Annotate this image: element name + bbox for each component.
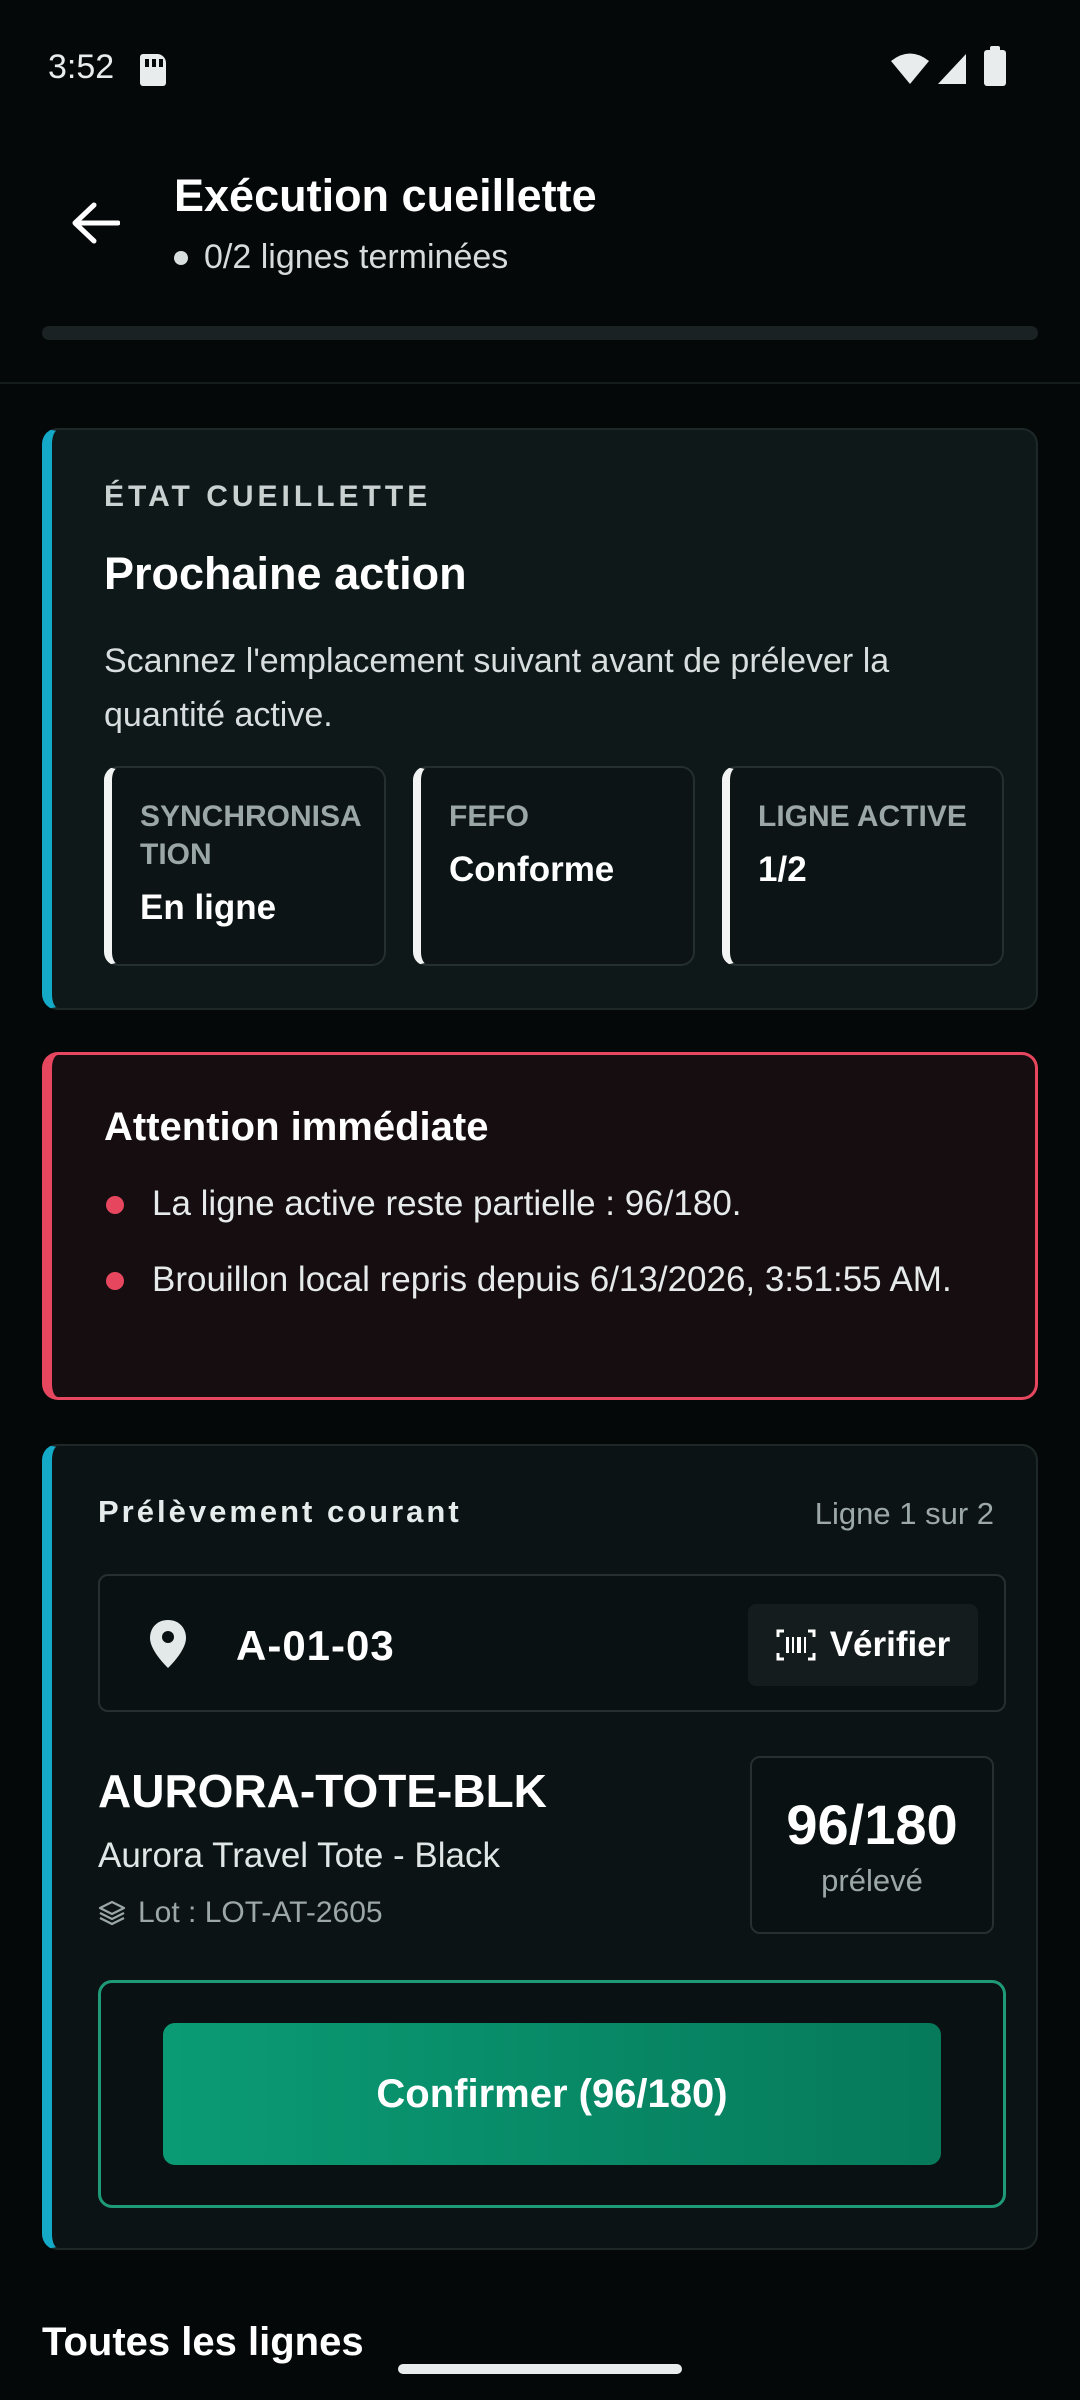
verify-label: Vérifier xyxy=(829,1625,951,1664)
alert-text: Brouillon local repris depuis 6/13/2026,… xyxy=(152,1260,952,1299)
chip-label: LIGNE ACTIVE xyxy=(758,800,967,833)
attention-title: Attention immédiate xyxy=(104,1105,489,1149)
current-pick-title: Prélèvement courant xyxy=(98,1494,462,1529)
lines-progress-text: 0/2 lignes terminées xyxy=(204,238,509,276)
lot-number: Lot : LOT-AT-2605 xyxy=(138,1896,383,1929)
state-eyebrow: ÉTAT CUEILLETTE xyxy=(104,480,432,513)
page-title: Exécution cueillette xyxy=(174,170,597,221)
header-divider xyxy=(0,382,1080,384)
back-button[interactable] xyxy=(60,188,130,258)
alert-item: Brouillon local repris depuis 6/13/2026,… xyxy=(104,1255,984,1305)
picked-quantity-box: 96/180 prélevé xyxy=(750,1756,994,1934)
picking-state-card: ÉTAT CUEILLETTE Prochaine action Scannez… xyxy=(42,428,1038,1010)
status-bar: 3:52 xyxy=(0,0,1080,140)
status-dot xyxy=(174,250,188,265)
signal-icon xyxy=(938,54,966,84)
chip-value: 1/2 xyxy=(758,850,807,889)
lot-row: Lot : LOT-AT-2605 xyxy=(98,1896,383,1930)
status-chips: SYNCHRONISATION En ligne FEFO Conforme L… xyxy=(104,766,1004,966)
layers-icon xyxy=(98,1900,126,1926)
wifi-icon xyxy=(891,53,929,84)
location-row: A-01-03 Vérifier xyxy=(98,1574,1006,1712)
alert-bullet xyxy=(106,1196,124,1214)
product-name: Aurora Travel Tote - Black xyxy=(98,1836,501,1875)
chip-label: FEFO xyxy=(449,800,529,833)
sd-card-icon xyxy=(140,54,166,86)
all-lines-heading: Toutes les lignes xyxy=(42,2320,364,2364)
current-pick-card: Prélèvement courant Ligne 1 sur 2 A-01-0… xyxy=(42,1444,1038,2250)
next-action-description: Scannez l'emplacement suivant avant de p… xyxy=(104,642,890,734)
progress-bar xyxy=(42,326,1038,340)
alert-bullet xyxy=(106,1272,124,1290)
barcode-icon xyxy=(776,1629,816,1661)
next-action-title: Prochaine action xyxy=(104,548,467,599)
picked-quantity-label: prélevé xyxy=(821,1863,923,1898)
picked-quantity: 96/180 xyxy=(786,1793,958,1856)
sync-chip: SYNCHRONISATION En ligne xyxy=(104,766,386,966)
product-sku: AURORA-TOTE-BLK xyxy=(98,1765,547,1817)
alert-text: La ligne active reste partielle : 96/180… xyxy=(152,1184,742,1223)
arrow-left-icon xyxy=(72,202,120,244)
chip-value: En ligne xyxy=(140,888,277,927)
verify-location-button[interactable]: Vérifier xyxy=(748,1604,978,1686)
location-code: A-01-03 xyxy=(236,1622,395,1669)
page-subtitle: 0/2 lignes terminées xyxy=(174,238,508,277)
line-counter: Ligne 1 sur 2 xyxy=(814,1496,994,1531)
chip-value: Conforme xyxy=(449,850,615,889)
battery-icon xyxy=(984,46,1006,86)
attention-card: Attention immédiate La ligne active rest… xyxy=(42,1052,1038,1400)
screen: 3:52 Exécution cueillette 0/2 lignes ter… xyxy=(0,0,1080,2400)
fefo-chip: FEFO Conforme xyxy=(413,766,695,966)
chip-label: SYNCHRONISATION xyxy=(140,800,362,871)
home-indicator[interactable] xyxy=(398,2364,682,2374)
alert-item: La ligne active reste partielle : 96/180… xyxy=(104,1179,984,1229)
active-line-chip: LIGNE ACTIVE 1/2 xyxy=(722,766,1004,966)
status-time: 3:52 xyxy=(48,48,115,86)
location-pin-icon xyxy=(150,1620,186,1668)
confirm-area: Confirmer (96/180) xyxy=(98,1980,1006,2208)
confirm-button[interactable]: Confirmer (96/180) xyxy=(163,2023,941,2165)
